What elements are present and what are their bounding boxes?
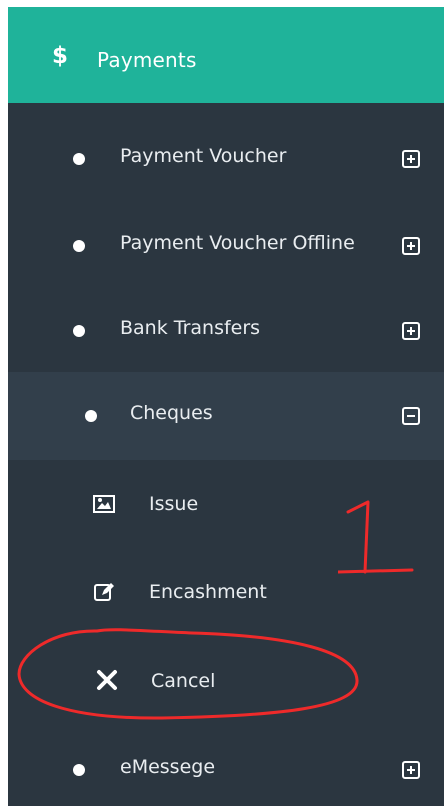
image-icon [93, 495, 115, 513]
bullet-icon [73, 764, 85, 776]
payments-menu-header[interactable]: $ Payments [8, 7, 444, 103]
collapse-minus-icon[interactable] [402, 407, 420, 425]
sidebar-item-payment-voucher[interactable]: Payment Voucher [8, 115, 444, 203]
submenu-item-encashment[interactable]: Encashment [8, 547, 444, 635]
payments-title: Payments [97, 48, 197, 72]
bullet-icon [73, 153, 85, 165]
sidebar-item-payment-voucher-offline[interactable]: Payment Voucher Offline [8, 202, 444, 290]
sidebar-item-label: eMessege [120, 756, 216, 778]
expand-plus-icon[interactable] [402, 322, 420, 340]
submenu-item-label: Encashment [149, 581, 267, 603]
expand-plus-icon[interactable] [402, 150, 420, 168]
submenu-item-label: Cancel [151, 670, 216, 692]
bullet-icon [73, 240, 85, 252]
sidebar-item-bank-transfers[interactable]: Bank Transfers [8, 287, 444, 375]
sidebar-item-emessege[interactable]: eMessege [8, 727, 444, 806]
edit-icon [94, 583, 114, 601]
bullet-icon [85, 410, 97, 422]
bullet-icon [73, 325, 85, 337]
submenu-item-cancel[interactable]: Cancel [8, 637, 444, 725]
expand-plus-icon[interactable] [402, 237, 420, 255]
sidebar-item-cheques[interactable]: Cheques [8, 372, 444, 460]
submenu-item-issue[interactable]: Issue [8, 459, 444, 547]
sidebar-item-label: Payment Voucher Offline [120, 232, 355, 254]
sidebar-item-label: Payment Voucher [120, 145, 287, 167]
close-icon [97, 670, 117, 690]
sidebar-menu: $ Payments Payment Voucher Payment Vouch… [8, 7, 444, 806]
expand-plus-icon[interactable] [402, 761, 420, 779]
sidebar-item-label: Bank Transfers [120, 317, 261, 339]
submenu-item-label: Issue [149, 493, 199, 515]
dollar-icon: $ [52, 43, 69, 69]
sidebar-item-label: Cheques [130, 402, 213, 424]
